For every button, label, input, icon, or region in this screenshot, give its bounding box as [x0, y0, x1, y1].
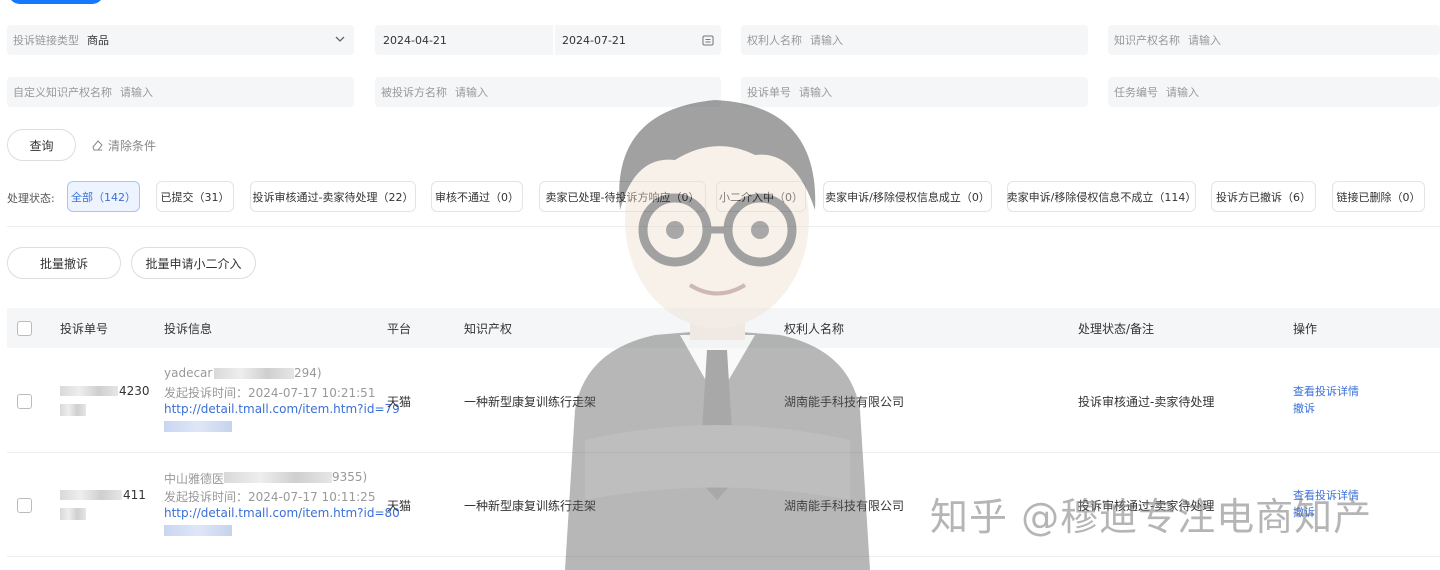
- info-name-suffix: 9355): [332, 470, 368, 484]
- item-link[interactable]: http://detail.tmall.com/item.htm?id=80: [164, 506, 400, 520]
- clear-conditions-button[interactable]: 清除条件: [90, 136, 156, 154]
- chevron-down-icon: [335, 36, 345, 42]
- status-text: 投诉审核通过-卖家待处理: [1078, 395, 1215, 409]
- field-label: 知识产权名称: [1114, 34, 1180, 47]
- field-placeholder: 请输入: [120, 86, 153, 99]
- status-chip-approved-seller-pending[interactable]: 投诉审核通过-卖家待处理（22）: [250, 181, 416, 212]
- field-label: 任务编号: [1114, 86, 1158, 99]
- column-header-complaint-info: 投诉信息: [164, 322, 213, 336]
- status-chip-link-deleted[interactable]: 链接已删除（0）: [1332, 181, 1425, 212]
- redacted-id: [60, 490, 122, 500]
- redacted-id: [60, 404, 86, 416]
- redacted-info: [214, 368, 294, 379]
- column-header-complaint-no: 投诉单号: [60, 322, 109, 336]
- column-header-actions: 操作: [1293, 322, 1318, 336]
- query-button[interactable]: 查询: [7, 129, 76, 161]
- custom-ip-name-input[interactable]: 自定义知识产权名称 请输入: [7, 77, 354, 107]
- info-name: yadecar: [164, 366, 213, 380]
- platform: 天猫: [387, 499, 412, 513]
- redacted-info: [224, 472, 332, 483]
- info-name: 中山雅德医: [164, 472, 225, 486]
- field-placeholder: 请输入: [1166, 86, 1199, 99]
- column-header-ip: 知识产权: [464, 322, 513, 336]
- date-separator: [553, 25, 555, 55]
- status-chip-withdrawn[interactable]: 投诉方已撤诉（6）: [1211, 181, 1316, 212]
- row-checkbox[interactable]: [17, 498, 32, 513]
- row-checkbox[interactable]: [17, 394, 32, 409]
- watermark-avatar-illustration: [565, 100, 870, 570]
- redacted-id: [60, 386, 118, 396]
- view-detail-link[interactable]: 查看投诉详情: [1293, 383, 1359, 399]
- task-number-input[interactable]: 任务编号 请输入: [1108, 77, 1440, 107]
- primary-button-top[interactable]: [8, 0, 104, 4]
- field-label: 权利人名称: [747, 34, 802, 47]
- date-start[interactable]: 2024-04-21: [383, 34, 447, 47]
- calendar-icon: [702, 35, 714, 46]
- rights-holder-input[interactable]: 权利人名称 请输入: [741, 25, 1088, 55]
- field-label: 被投诉方名称: [381, 86, 447, 99]
- select-all-checkbox[interactable]: [17, 321, 32, 336]
- redacted-link: [164, 525, 232, 536]
- date-end[interactable]: 2024-07-21: [562, 34, 626, 47]
- status-chip-appeal-rejected[interactable]: 卖家申诉/移除侵权信息不成立（114）: [1007, 181, 1196, 212]
- bulk-withdraw-button[interactable]: 批量撤诉: [7, 247, 121, 279]
- complaint-link-type-select[interactable]: 投诉链接类型 商品: [7, 25, 354, 55]
- complaint-time: 发起投诉时间：2024-07-17 10:11:25: [164, 490, 376, 504]
- withdraw-link[interactable]: 撤诉: [1293, 400, 1315, 416]
- ip-name-input[interactable]: 知识产权名称 请输入: [1108, 25, 1440, 55]
- watermark-text: 知乎 @穆迪专注电商知产: [930, 495, 1373, 539]
- field-placeholder: 请输入: [810, 34, 843, 47]
- complaint-number: 411: [123, 488, 146, 502]
- field-placeholder: 请输入: [455, 86, 488, 99]
- item-link[interactable]: http://detail.tmall.com/item.htm?id=79: [164, 402, 400, 416]
- column-header-status: 处理状态/备注: [1078, 322, 1155, 336]
- complaint-time: 发起投诉时间：2024-07-17 10:21:51: [164, 386, 376, 400]
- status-chip-all[interactable]: 全部（142）: [67, 181, 140, 212]
- field-placeholder: 请输入: [1188, 34, 1221, 47]
- column-header-platform: 平台: [387, 322, 412, 336]
- complaint-number: 4230: [119, 384, 150, 398]
- field-label: 投诉链接类型: [13, 34, 79, 47]
- platform: 天猫: [387, 395, 412, 409]
- status-chip-submitted[interactable]: 已提交（31）: [156, 181, 234, 212]
- redacted-id: [60, 508, 86, 520]
- field-label: 自定义知识产权名称: [13, 86, 112, 99]
- redacted-link: [164, 421, 232, 432]
- info-name-suffix: 294): [294, 366, 322, 380]
- status-filter-label: 处理状态:: [7, 192, 55, 205]
- field-value: 商品: [87, 34, 109, 47]
- bulk-intervene-button[interactable]: 批量申请小二介入: [131, 247, 256, 279]
- eraser-icon: [92, 140, 103, 151]
- status-chip-rejected[interactable]: 审核不通过（0）: [431, 181, 523, 212]
- clear-label: 清除条件: [108, 138, 157, 153]
- date-range-picker[interactable]: 2024-04-21 2024-07-21: [375, 25, 721, 55]
